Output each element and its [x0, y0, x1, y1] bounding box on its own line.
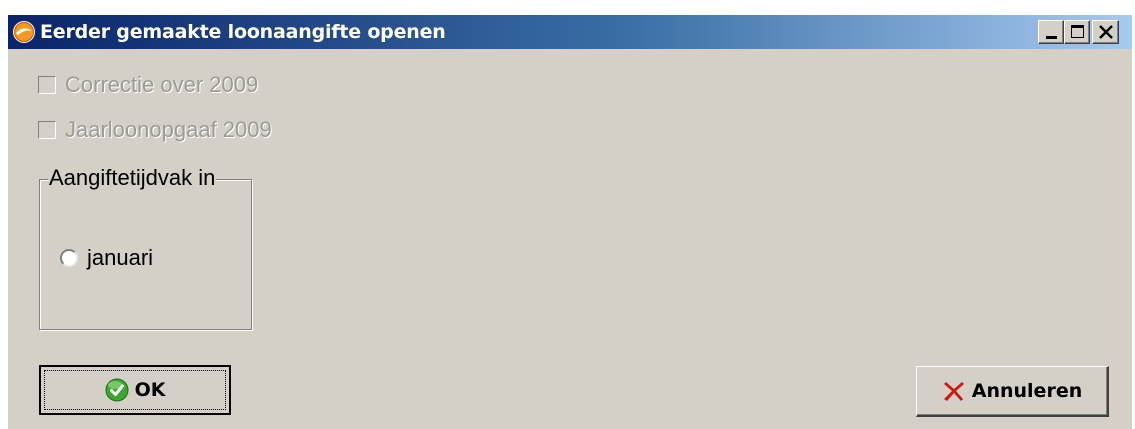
- close-icon: [1099, 25, 1113, 39]
- minimize-icon: [1046, 36, 1057, 39]
- radio-januari[interactable]: [60, 249, 78, 267]
- dialog-window: Eerder gemaakte loonaangifte openen Corr…: [8, 15, 1132, 429]
- correctie-checkbox[interactable]: [38, 76, 56, 94]
- correctie-label: Correctie over 2009: [65, 72, 259, 97]
- maximize-button[interactable]: [1064, 20, 1090, 44]
- radio-januari-row[interactable]: januari: [60, 244, 153, 272]
- red-x-icon: [942, 379, 966, 403]
- app-logo-icon: [12, 20, 36, 44]
- jaarloonopgaaf-checkbox-row: Jaarloonopgaaf 2009: [38, 116, 272, 144]
- correctie-checkbox-row: Correctie over 2009: [38, 71, 258, 99]
- radio-januari-label: januari: [87, 245, 154, 270]
- close-button[interactable]: [1092, 20, 1119, 44]
- cancel-button[interactable]: Annuleren: [916, 366, 1109, 417]
- period-group-legend: Aangiftetijdvak in: [48, 165, 217, 191]
- title-bar[interactable]: Eerder gemaakte loonaangifte openen: [8, 15, 1132, 49]
- ok-button[interactable]: OK: [39, 365, 231, 415]
- ok-focus-rect: [44, 370, 226, 410]
- window-title: Eerder gemaakte loonaangifte openen: [40, 21, 446, 43]
- jaarloonopgaaf-checkbox[interactable]: [38, 121, 56, 139]
- jaarloonopgaaf-label: Jaarloonopgaaf 2009: [65, 117, 272, 142]
- minimize-button[interactable]: [1038, 20, 1064, 44]
- maximize-icon: [1071, 25, 1084, 38]
- cancel-label: Annuleren: [971, 380, 1083, 402]
